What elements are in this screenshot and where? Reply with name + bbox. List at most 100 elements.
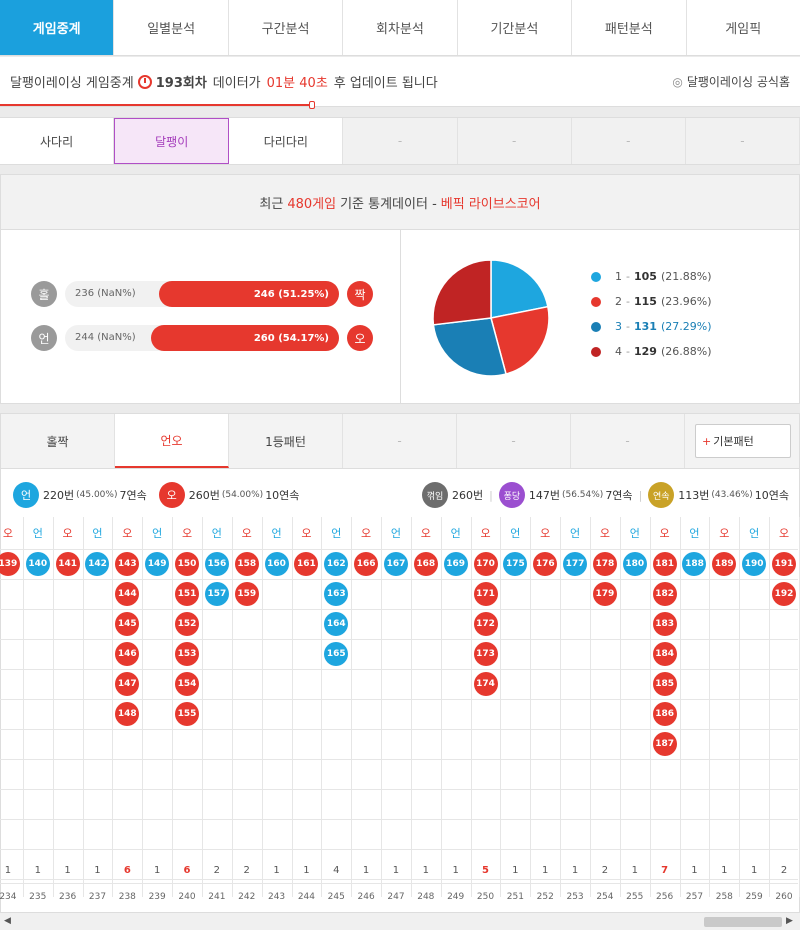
pattern-summary: 언 220번 (45.00%) 7연속 오 260번 (54.00%) 10연속…: [1, 470, 799, 520]
grid-col-line: [172, 517, 174, 897]
legend-value: 129: [633, 345, 657, 358]
scroll-left-icon[interactable]: ◀: [4, 916, 11, 926]
streak-count-cell: 1: [273, 864, 280, 876]
streak-count-cell: 1: [631, 864, 638, 876]
nav-tab-2[interactable]: 구간분석: [229, 0, 344, 55]
game-tab-5[interactable]: -: [571, 118, 686, 164]
streak-count-cell: 1: [34, 864, 41, 876]
round-ball: 171: [473, 582, 498, 606]
rank-pie-chart: [432, 259, 550, 377]
nav-tab-0[interactable]: 게임중계: [0, 0, 115, 55]
pie-legend-item: 1 - 105 (21.88%): [591, 270, 711, 283]
column-header: 오: [778, 527, 790, 540]
grid-col-line: [590, 517, 591, 897]
streak-count-cell: 1: [721, 864, 728, 876]
column-header: 오: [719, 527, 730, 540]
game-tab-2[interactable]: 다리다리: [229, 118, 344, 164]
column-header: 오: [301, 527, 312, 540]
grid-row-line: [0, 849, 798, 850]
horizontal-scrollbar[interactable]: ◀ ▶: [0, 912, 800, 930]
game-tab-6[interactable]: -: [685, 118, 800, 164]
legend-dot: [591, 296, 601, 307]
grid-col-line: [560, 517, 562, 897]
add-pattern-button[interactable]: + 기본패턴: [695, 424, 791, 458]
column-header: 언: [450, 527, 461, 540]
scroll-right-icon[interactable]: ▶: [786, 916, 793, 926]
under-summary-count: 220번: [43, 489, 75, 502]
info-bar: 달팽이레이싱 게임중계 193회차 데이터가 01분 40초 후 업데이트 됩니…: [0, 57, 800, 107]
column-header: 언: [32, 527, 43, 540]
turn-count: 260번: [452, 489, 484, 502]
legend-value: 105: [633, 270, 657, 283]
legend-dot: [591, 321, 601, 332]
round-number-cell: 259: [745, 892, 763, 902]
grid-col-line: [201, 517, 203, 897]
streak-count-cell: 1: [691, 864, 698, 876]
divider: |: [489, 488, 493, 502]
pie-legend-item: 3 - 131 (27.29%): [591, 320, 711, 333]
round-ball: 179: [592, 582, 617, 606]
round-number-cell: 252: [536, 892, 554, 902]
over-summary-badge: 오: [158, 482, 185, 508]
round-number-cell: 240: [178, 892, 196, 902]
nav-tab-3[interactable]: 회차분석: [343, 0, 458, 55]
pongdang-count: 147번: [528, 489, 560, 502]
grid-col-line: [261, 517, 263, 897]
column-header: 오: [480, 527, 491, 540]
round-ball: 141: [55, 552, 80, 576]
grid-col-line: [231, 517, 233, 897]
column-header: 언: [92, 527, 103, 540]
round-ball: 180: [622, 552, 647, 576]
pattern-tab-1[interactable]: 언오: [115, 414, 229, 468]
round-ball: 192: [772, 582, 797, 606]
stats-head-b: 기준 통계데이터 -: [340, 196, 437, 212]
streak-count-cell: 1: [94, 864, 101, 876]
round-ball: 172: [473, 612, 498, 636]
pie-slice-4: [432, 259, 492, 326]
legend-pct: (26.88%): [660, 345, 712, 358]
round-ball: 191: [772, 552, 797, 576]
column-header: 언: [629, 527, 640, 540]
column-header: 언: [689, 527, 700, 540]
under-summary-streak: 7연속: [119, 489, 147, 502]
official-home-link[interactable]: ◎ 달팽이레이싱 공식홈: [672, 73, 790, 90]
pattern-tab-4[interactable]: -: [457, 414, 571, 468]
streak-count-cell: 1: [452, 864, 459, 876]
streak-count-cell: 1: [392, 864, 400, 876]
round-number-cell: 255: [626, 892, 644, 902]
column-header: 오: [2, 527, 13, 540]
legend-pct: (21.88%): [660, 270, 712, 283]
nav-tab-5[interactable]: 패턴분석: [572, 0, 687, 55]
legend-sep: -: [626, 270, 630, 283]
streak-count-cell: 2: [243, 864, 250, 876]
pattern-tab-3[interactable]: -: [343, 414, 457, 468]
round-ball: 140: [25, 552, 50, 576]
column-header: 오: [181, 527, 193, 540]
scroll-thumb[interactable]: [704, 917, 782, 927]
pattern-tab-2[interactable]: 1등패턴: [229, 414, 343, 468]
grid-row-line: [0, 579, 798, 580]
under-count: 244 (NaN%): [75, 332, 136, 343]
legend-sep: -: [626, 345, 630, 358]
game-tab-0[interactable]: 사다리: [0, 118, 115, 164]
nav-tab-1[interactable]: 일별분석: [114, 0, 229, 55]
round-ball: 166: [354, 552, 379, 576]
stats-head-brand: 베픽 라이브스코어: [440, 196, 541, 212]
stats-head-a: 최근: [259, 196, 284, 212]
signal-icon: ◎: [672, 74, 683, 89]
streak-count-cell: 6: [183, 864, 191, 876]
round-ball: 173: [473, 642, 498, 666]
streak-count-cell: 7: [661, 864, 669, 876]
game-tab-1[interactable]: 달팽이: [114, 118, 230, 164]
game-tab-4[interactable]: -: [457, 118, 572, 164]
pattern-tab-0[interactable]: 홀짝: [1, 414, 115, 468]
game-tab-3[interactable]: -: [343, 118, 458, 164]
round-ball: 167: [383, 552, 408, 576]
round-ball: 160: [264, 552, 289, 576]
nav-tab-6[interactable]: 게임픽: [687, 0, 800, 55]
grid-row-line: [0, 639, 798, 640]
pattern-tab-5[interactable]: -: [571, 414, 685, 468]
round-ball: 158: [234, 552, 259, 576]
nav-tab-4[interactable]: 기간분석: [458, 0, 573, 55]
legend-sep: -: [626, 295, 630, 308]
